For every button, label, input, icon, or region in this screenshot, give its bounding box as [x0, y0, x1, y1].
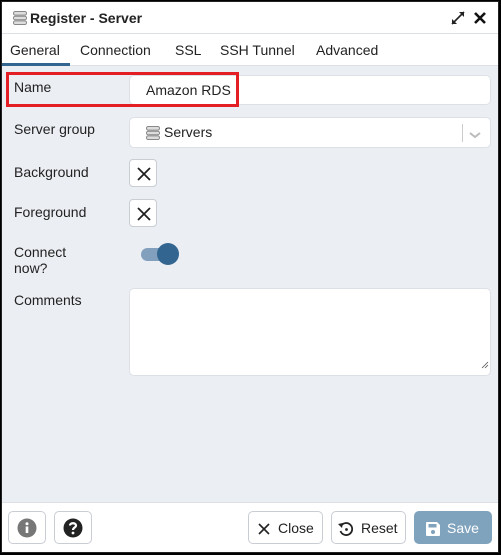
dialog-header[interactable]: Register - Server	[2, 2, 498, 34]
help-button[interactable]	[54, 511, 92, 544]
connect-now-label-line1: Connect	[14, 244, 67, 260]
server-icon	[13, 11, 27, 30]
save-icon	[426, 522, 440, 536]
server-group-select[interactable]: Servers	[129, 117, 491, 148]
tab-bar: General Connection SSL SSH Tunnel Advanc…	[2, 34, 498, 66]
toggle-knob	[157, 243, 179, 265]
comments-label: Comments	[14, 292, 82, 308]
info-button[interactable]	[8, 511, 46, 544]
server-group-icon	[146, 126, 160, 145]
save-button[interactable]: Save	[414, 511, 492, 544]
highlight-annotation	[6, 72, 239, 107]
tab-connection[interactable]: Connection	[80, 42, 151, 58]
background-color-picker[interactable]	[129, 159, 157, 187]
chevron-down-icon[interactable]	[468, 127, 482, 145]
expand-icon[interactable]	[450, 10, 466, 26]
help-icon	[63, 518, 83, 538]
save-label: Save	[447, 520, 479, 536]
tab-general[interactable]: General	[10, 42, 60, 58]
close-icon[interactable]	[472, 10, 488, 26]
server-group-label: Server group	[14, 121, 95, 137]
dialog-title: Register - Server	[30, 10, 143, 26]
server-group-value: Servers	[164, 124, 213, 140]
close-button[interactable]: Close	[248, 511, 323, 544]
foreground-label: Foreground	[14, 204, 87, 220]
reset-icon	[338, 522, 354, 536]
resize-grip-icon[interactable]	[481, 356, 489, 374]
reset-label: Reset	[361, 520, 398, 536]
connect-now-label: Connect now?	[14, 244, 66, 276]
tab-ssh-tunnel[interactable]: SSH Tunnel	[220, 42, 295, 58]
background-label: Background	[14, 164, 89, 180]
foreground-color-picker[interactable]	[129, 199, 157, 227]
info-icon	[17, 518, 37, 538]
x-icon	[137, 167, 151, 181]
dialog-footer: Close Reset Save	[2, 502, 498, 552]
tab-advanced[interactable]: Advanced	[316, 42, 378, 58]
select-separator	[462, 124, 463, 142]
register-server-dialog: Register - Server General Connection SSL…	[1, 1, 499, 553]
active-tab-indicator	[2, 63, 70, 66]
tab-ssl[interactable]: SSL	[175, 42, 201, 58]
close-label: Close	[278, 520, 314, 536]
connect-now-toggle[interactable]	[141, 243, 179, 265]
close-x-icon	[258, 523, 270, 535]
x-icon	[137, 207, 151, 221]
comments-textarea[interactable]	[129, 288, 491, 376]
connect-now-label-line2: now?	[14, 260, 48, 276]
reset-button[interactable]: Reset	[331, 511, 406, 544]
